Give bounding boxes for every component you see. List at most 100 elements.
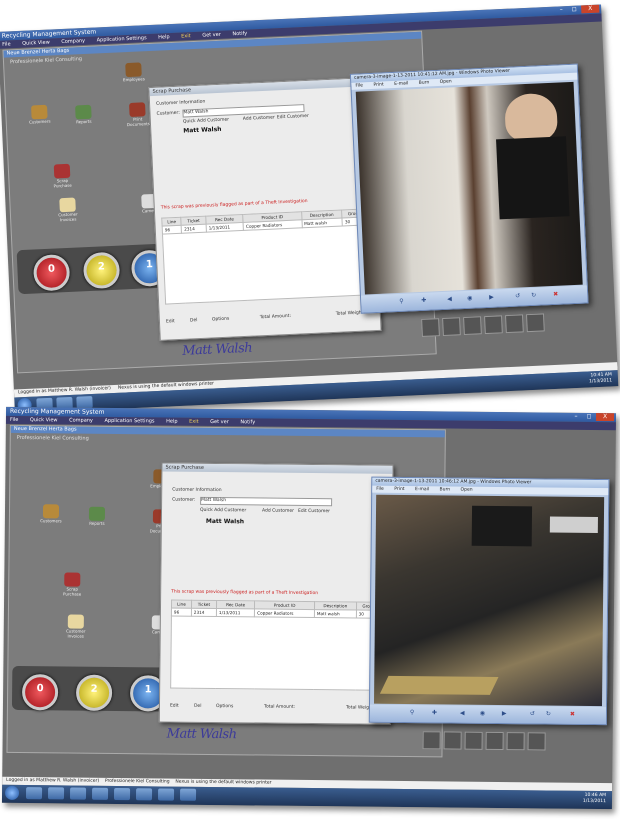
pv-menu-email[interactable]: E-mail (394, 81, 408, 87)
pv-menu-open[interactable]: Open (461, 488, 473, 493)
edit-customer-link[interactable]: Edit Customer (277, 114, 309, 120)
thumbnail[interactable] (527, 732, 546, 751)
thumbnail[interactable] (485, 731, 504, 751)
menu-file[interactable]: File (10, 417, 18, 423)
pv-menu-print[interactable]: Print (373, 82, 384, 87)
close-button[interactable]: X (595, 412, 615, 422)
menu-get-ver[interactable]: Get ver (202, 32, 221, 39)
taskbar-item[interactable] (179, 788, 197, 801)
menu-company[interactable]: Company (69, 417, 93, 423)
taskbar-item[interactable] (113, 787, 131, 801)
menu-quick-view[interactable]: Quick View (22, 40, 50, 47)
document-icon[interactable]: Customer Invoices (56, 197, 79, 222)
print-icon[interactable]: Print Documents (126, 102, 150, 127)
thumbnail[interactable] (421, 318, 440, 337)
taskbar-item[interactable] (47, 787, 65, 800)
thumbnail[interactable] (525, 313, 545, 333)
thumbnail[interactable] (422, 731, 441, 750)
thumbnail[interactable] (443, 731, 462, 750)
customer-icon[interactable]: Customers (40, 504, 62, 523)
pv-menu-file[interactable]: File (376, 487, 384, 492)
next-icon[interactable]: ▶ (502, 710, 507, 717)
scrap-icon[interactable]: Scrap Purchase (61, 572, 83, 597)
menu-help[interactable]: Help (166, 418, 177, 424)
menu-exit[interactable]: Exit (189, 419, 199, 425)
previous-icon[interactable]: ◀ (460, 710, 465, 717)
rotate-cw-icon[interactable]: ↻ (546, 710, 551, 717)
taskbar-item[interactable] (157, 788, 175, 801)
fit-icon[interactable]: ✚ (421, 297, 426, 304)
pv-menu-burn[interactable]: Burn (419, 80, 430, 85)
menu-company[interactable]: Company (61, 38, 85, 45)
menu-exit[interactable]: Exit (181, 33, 191, 39)
maximize-button[interactable]: ◻ (568, 5, 580, 14)
thumbnail[interactable] (463, 316, 482, 336)
close-button[interactable]: X (581, 4, 600, 14)
fit-icon[interactable]: ✚ (432, 709, 437, 716)
reports-icon[interactable]: Reports (72, 104, 95, 125)
pv-menu-print[interactable]: Print (394, 487, 404, 492)
menu-quick-view[interactable]: Quick View (30, 417, 58, 423)
customer-label: Customer: (172, 497, 196, 503)
start-button[interactable] (4, 785, 20, 800)
pending-counter-button[interactable]: 2 (75, 674, 113, 711)
zoom-icon[interactable]: ⚲ (410, 709, 414, 716)
taskbar-item[interactable] (69, 787, 87, 800)
slideshow-icon[interactable]: ◉ (480, 710, 485, 717)
edit-tab[interactable]: Edit (166, 319, 175, 324)
rotate-cw-icon[interactable]: ↻ (531, 292, 536, 299)
menu-application-settings[interactable]: Application Settings (104, 418, 154, 425)
thumbnail[interactable] (442, 317, 461, 337)
employee-icon[interactable]: Employees (122, 62, 145, 82)
add-customer-link[interactable]: Add Customer (243, 115, 275, 121)
customer-icon[interactable]: Customers (28, 104, 51, 125)
reports-icon[interactable]: Reports (86, 506, 108, 526)
quick-add-customer-link[interactable]: Quick Add Customer (200, 508, 246, 513)
pv-menu-open[interactable]: Open (440, 79, 452, 85)
pv-menu-file[interactable]: File (355, 83, 363, 88)
taskbar-item[interactable] (135, 788, 153, 801)
customer-field[interactable]: Matt Walsh (200, 496, 333, 507)
menu-get-ver[interactable]: Get ver (210, 419, 229, 425)
thumbnail[interactable] (505, 314, 524, 334)
options-tab[interactable]: Options (212, 317, 230, 323)
scrap-line-grid[interactable]: Line Ticket Rec Date Product ID Description G… (170, 599, 382, 691)
jacket-shape (496, 136, 570, 220)
menu-notify[interactable]: Notify (240, 419, 255, 425)
rotate-ccw-icon[interactable]: ↺ (515, 292, 520, 299)
scrap-form-title: Scrap Purchase (162, 463, 393, 474)
quick-add-customer-link[interactable]: Quick Add Customer (183, 117, 229, 124)
delete-icon[interactable]: ✖ (553, 291, 558, 298)
minimize-button[interactable]: – (555, 6, 567, 15)
maximize-button[interactable]: ◻ (583, 413, 595, 421)
thumbnail[interactable] (484, 315, 503, 335)
menu-file[interactable]: File (2, 41, 11, 47)
delete-tab[interactable]: Del (190, 318, 198, 323)
slideshow-icon[interactable]: ◉ (467, 295, 473, 302)
pv-menu-burn[interactable]: Burn (440, 487, 451, 492)
menu-notify[interactable]: Notify (232, 31, 247, 38)
edit-tab[interactable]: Edit (170, 704, 179, 709)
zoom-icon[interactable]: ⚲ (399, 298, 404, 305)
window-controls: – ◻ X (570, 412, 615, 422)
taskbar-item[interactable] (91, 787, 109, 800)
previous-icon[interactable]: ◀ (447, 296, 452, 303)
delete-icon[interactable]: ✖ (570, 711, 575, 718)
add-customer-link[interactable]: Add Customer (262, 509, 294, 514)
scrap-icon[interactable]: Scrap Purchase (51, 163, 74, 189)
rotate-ccw-icon[interactable]: ↺ (530, 710, 535, 717)
document-icon[interactable]: Customer Invoices (65, 614, 87, 639)
edit-customer-link[interactable]: Edit Customer (298, 509, 330, 514)
taskbar-item[interactable] (25, 787, 43, 800)
delete-tab[interactable]: Del (194, 704, 202, 709)
next-icon[interactable]: ▶ (489, 294, 494, 301)
thumbnail[interactable] (464, 731, 483, 750)
menu-help[interactable]: Help (158, 34, 170, 41)
options-tab[interactable]: Options (216, 704, 233, 709)
scrap-line-grid[interactable]: Line Ticket Rec Date Product ID Description G… (161, 208, 370, 305)
minimize-button[interactable]: – (570, 413, 582, 421)
thumbnail[interactable] (506, 732, 525, 751)
pv-menu-email[interactable]: E-mail (415, 487, 429, 492)
open-counter-button[interactable]: 0 (21, 674, 59, 711)
menu-application-settings[interactable]: Application Settings (97, 35, 147, 43)
